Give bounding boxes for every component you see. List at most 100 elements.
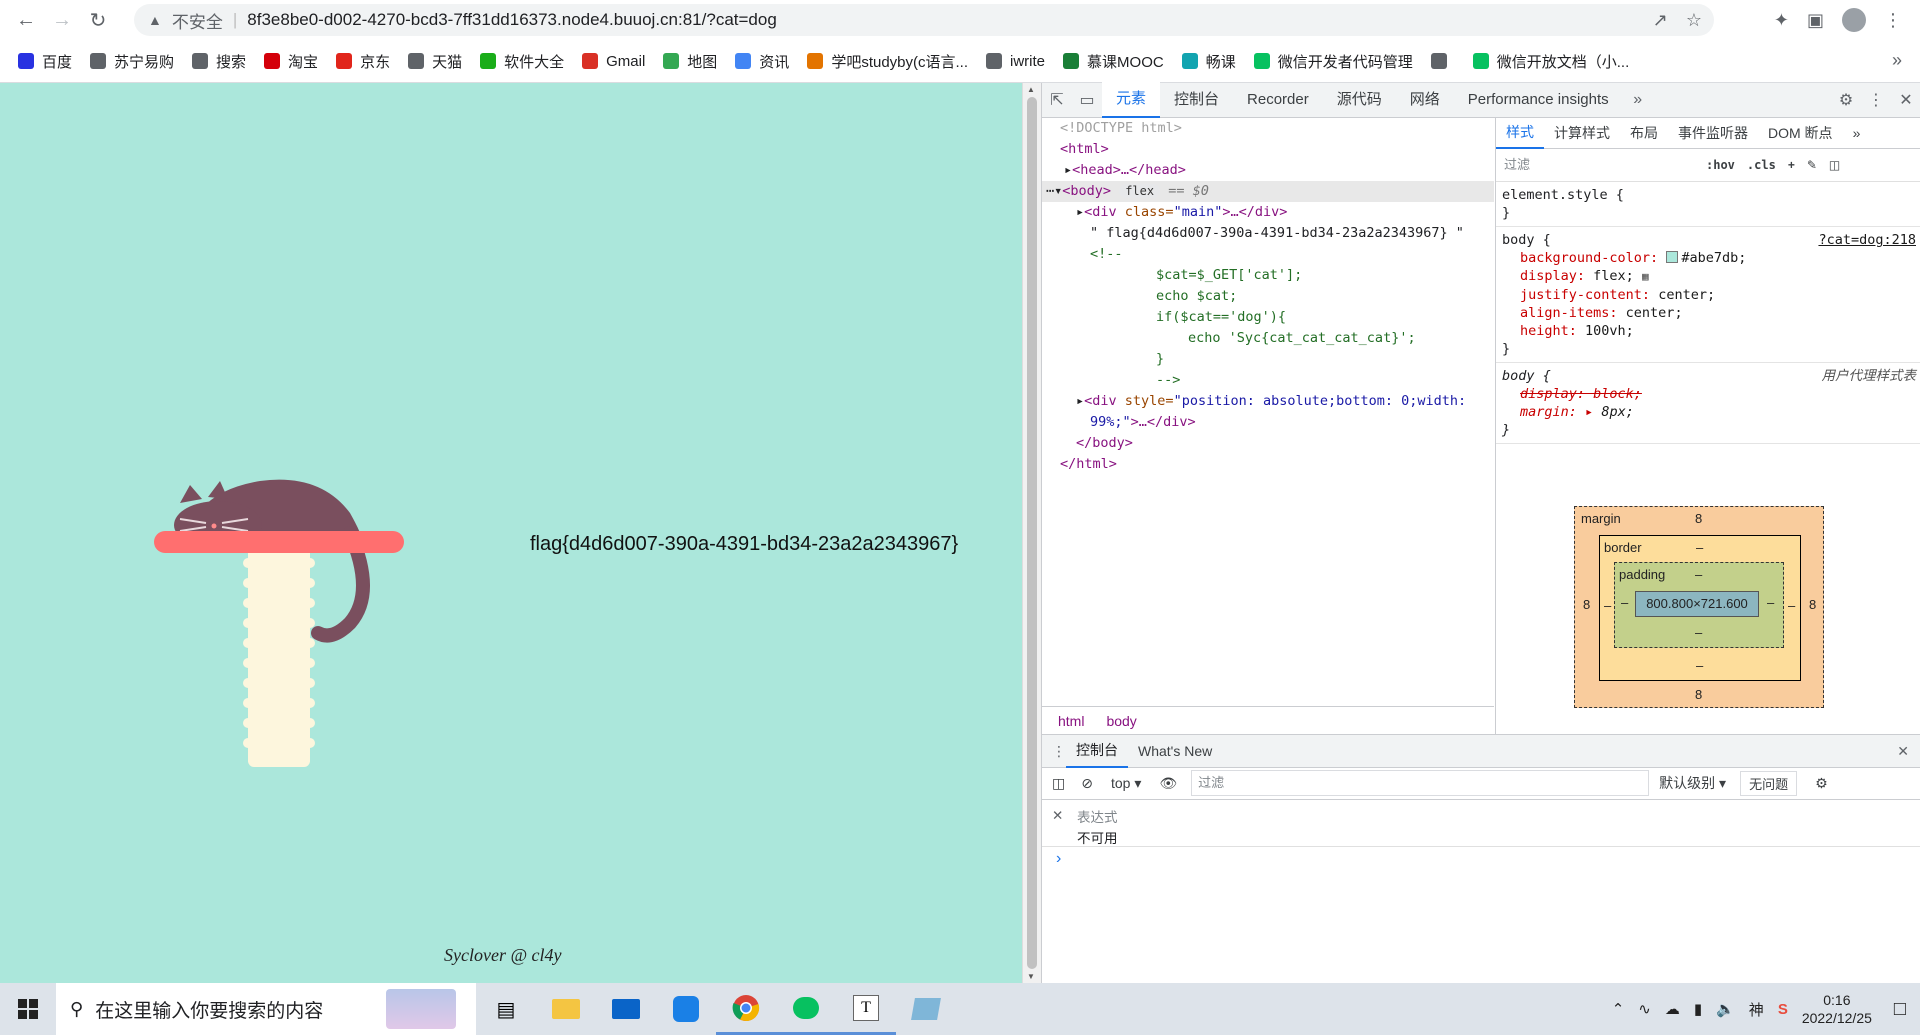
css-prop[interactable]: background-color: #abe7db; — [1502, 249, 1916, 267]
scroll-up-icon[interactable]: ▲ — [1027, 85, 1035, 94]
tab-recorder[interactable]: Recorder — [1233, 83, 1323, 117]
bookmark-item[interactable]: 学吧studyby(c语言... — [807, 51, 968, 72]
rule-source-link[interactable]: ?cat=dog:218 — [1818, 231, 1916, 249]
file-explorer-icon[interactable] — [536, 983, 596, 1035]
styles-filter-input[interactable]: 过滤 — [1504, 154, 1694, 176]
flex-editor-icon[interactable]: ▦ — [1642, 270, 1649, 283]
chrome-icon[interactable] — [716, 983, 776, 1035]
expand-icon[interactable]: ▸ — [1076, 393, 1084, 409]
border-right-value[interactable]: – — [1788, 598, 1795, 613]
issues-button[interactable]: 无问题 — [1740, 770, 1798, 796]
app-blue-icon[interactable] — [656, 983, 716, 1035]
sidebar-toggle-icon[interactable]: ◫ — [1052, 775, 1065, 792]
tab-layout[interactable]: 布局 — [1620, 118, 1668, 148]
cloud-icon[interactable]: ☁ — [1665, 1000, 1680, 1018]
live-expression-label[interactable]: 表达式 — [1077, 806, 1118, 826]
volume-icon[interactable]: 🔈 — [1716, 1000, 1735, 1018]
bookmark-item[interactable]: 慕课MOOC — [1063, 51, 1164, 72]
border-top-value[interactable]: – — [1696, 540, 1703, 555]
bookmark-item[interactable]: 微信开发者代码管理 — [1253, 51, 1413, 72]
css-prop[interactable]: align-items: center; — [1502, 304, 1916, 322]
dom-html-open[interactable]: <html> — [1042, 139, 1494, 160]
console-filter-input[interactable]: 过滤 — [1191, 770, 1650, 796]
flex-chip[interactable]: flex — [1119, 184, 1161, 198]
breadcrumb-html[interactable]: html — [1052, 711, 1090, 731]
dom-comment-open[interactable]: <!-- — [1042, 244, 1494, 265]
breadcrumb-body[interactable]: body — [1100, 711, 1142, 731]
remove-expression-icon[interactable]: ✕ — [1052, 808, 1063, 824]
cls-toggle[interactable]: .cls — [1747, 158, 1776, 172]
css-prop[interactable]: height: 100vh; — [1502, 322, 1916, 340]
dom-head[interactable]: ▸<head>…</head> — [1042, 160, 1494, 181]
css-prop[interactable]: display: flex; ▦ — [1502, 267, 1916, 286]
border-bottom-value[interactable]: – — [1696, 658, 1703, 673]
device-toggle-icon[interactable]: ▭ — [1072, 83, 1102, 117]
dom-div-main[interactable]: ▸<div class="main">…</div> — [1042, 202, 1494, 223]
notes-app-icon[interactable] — [896, 983, 956, 1035]
tab-network[interactable]: 网络 — [1396, 83, 1454, 117]
box-model-content[interactable]: 800.800×721.600 — [1635, 591, 1759, 617]
clear-console-icon[interactable]: ⊘ — [1081, 775, 1093, 792]
tab-performance-insights[interactable]: Performance insights — [1454, 83, 1623, 117]
margin-bottom-value[interactable]: 8 — [1695, 687, 1702, 702]
clock[interactable]: 0:16 2022/12/25 — [1802, 991, 1872, 1027]
url-text[interactable]: 8f3e8be0-d002-4270-bcd3-7ff31dd16373.nod… — [247, 10, 777, 30]
share-icon[interactable]: ↗ — [1653, 10, 1668, 31]
bookmarks-overflow-icon[interactable]: » — [1892, 50, 1902, 71]
tray-overflow-icon[interactable]: ⌃ — [1612, 1000, 1625, 1018]
typora-icon[interactable]: T — [836, 983, 896, 1035]
drawer-menu-icon[interactable]: ⋮ — [1052, 743, 1066, 760]
bookmark-star-icon[interactable]: ☆ — [1686, 10, 1702, 31]
menu-icon[interactable]: ⋮ — [1884, 10, 1902, 31]
console-settings-icon[interactable]: ⚙ — [1815, 775, 1828, 792]
dom-body[interactable]: ⋯▾<body> flex == $0 — [1042, 181, 1494, 202]
mail-icon[interactable] — [596, 983, 656, 1035]
ua-body-rule[interactable]: body {用户代理样式表 display: block; margin: ▸ … — [1496, 363, 1920, 444]
dom-html-close[interactable]: </html> — [1042, 454, 1494, 475]
bookmark-item[interactable]: 软件大全 — [480, 51, 564, 72]
bookmark-item[interactable]: 微信开放文档（小... — [1472, 51, 1629, 72]
toggle-sidebar-icon[interactable]: ◫ — [1829, 158, 1840, 172]
wechat-icon[interactable] — [776, 983, 836, 1035]
drawer-tab-console[interactable]: 控制台 — [1066, 734, 1128, 768]
ime-icon[interactable]: 神 — [1749, 999, 1764, 1020]
tab-styles[interactable]: 样式 — [1496, 117, 1544, 149]
settings-icon[interactable]: ⚙ — [1831, 83, 1861, 117]
body-rule[interactable]: body {?cat=dog:218 background-color: #ab… — [1496, 227, 1920, 363]
padding-right-value[interactable]: – — [1767, 595, 1774, 610]
context-select[interactable]: top ▾ — [1111, 775, 1141, 792]
bookmark-item[interactable]: 苏宁易购 — [90, 51, 174, 72]
page-scrollbar[interactable]: ▲ ▼ — [1022, 83, 1041, 983]
reload-button[interactable]: ↻ — [80, 2, 116, 38]
margin-top-value[interactable]: 8 — [1695, 511, 1702, 526]
element-style-rule[interactable]: element.style { } — [1496, 182, 1920, 227]
padding-bottom-value[interactable]: – — [1695, 625, 1702, 640]
bookmark-item[interactable] — [1430, 53, 1455, 69]
bookmark-item[interactable]: 资讯 — [735, 51, 789, 72]
close-devtools-icon[interactable]: ✕ — [1891, 83, 1920, 117]
bookmark-item[interactable]: iwrite — [986, 53, 1045, 70]
app-tray-icon[interactable]: S — [1778, 1001, 1788, 1018]
more-tabs-icon[interactable]: » — [1843, 118, 1871, 148]
add-rule-icon[interactable]: + — [1788, 158, 1795, 172]
dom-div-footer-cont[interactable]: 99%;">…</div> — [1042, 412, 1494, 433]
tab-elements[interactable]: 元素 — [1102, 82, 1161, 118]
live-expression-eye-icon[interactable]: 👁 — [1159, 775, 1177, 792]
tab-dom-breakpoints[interactable]: DOM 断点 — [1758, 118, 1843, 148]
kebab-menu-icon[interactable]: ⋮ — [1861, 83, 1891, 117]
notification-icon[interactable]: □ — [1894, 998, 1906, 1021]
extensions-icon[interactable]: ✦ — [1774, 10, 1789, 31]
windows-start-icon[interactable] — [0, 983, 56, 1035]
bookmark-item[interactable]: 淘宝 — [264, 51, 318, 72]
padding-left-value[interactable]: – — [1621, 595, 1628, 610]
console-prompt[interactable]: › — [1056, 850, 1061, 868]
close-drawer-icon[interactable]: ✕ — [1897, 743, 1909, 760]
forward-button[interactable]: → — [44, 2, 80, 38]
battery-icon[interactable]: ▮ — [1694, 1000, 1702, 1018]
color-swatch[interactable] — [1666, 251, 1679, 263]
inspect-icon[interactable]: ⇱ — [1042, 83, 1072, 117]
log-level-select[interactable]: 默认级别 ▾ — [1659, 773, 1726, 793]
profile-avatar[interactable] — [1842, 8, 1866, 32]
bookmark-item[interactable]: 搜索 — [192, 51, 246, 72]
margin-left-value[interactable]: 8 — [1583, 597, 1590, 612]
